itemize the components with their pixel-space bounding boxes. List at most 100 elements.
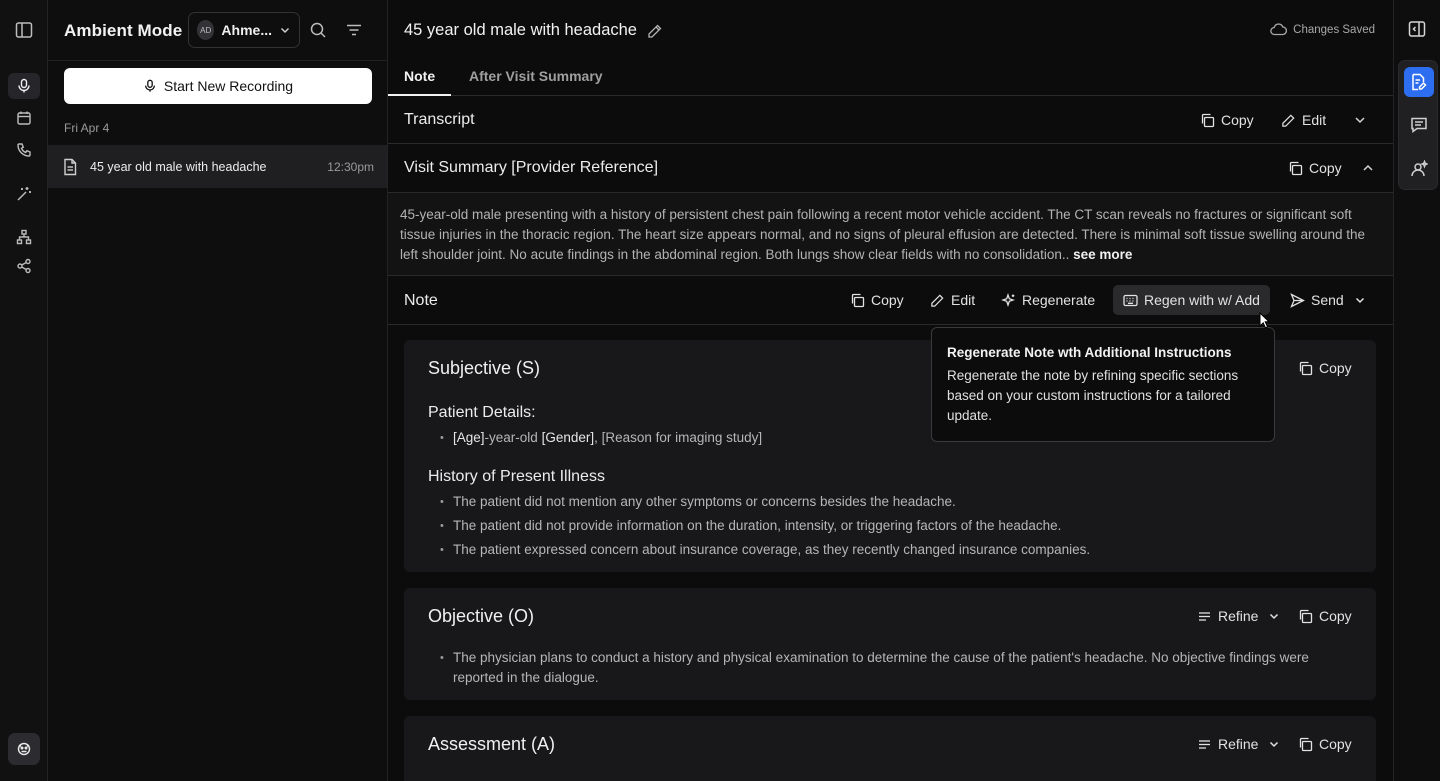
list-item: The patient did not provide information … [440, 516, 1090, 536]
visit-summary-copy-button[interactable]: Copy [1288, 153, 1342, 183]
note-title: Note [404, 292, 438, 309]
send-button[interactable]: Send [1290, 285, 1366, 315]
nav-rail [0, 0, 48, 781]
chat-icon[interactable] [1404, 110, 1434, 140]
sessions-sidebar: Ambient Mode AD Ahme... Start New Record… [48, 0, 388, 781]
sidebar-title: Ambient Mode [64, 21, 183, 40]
page-title: 45 year old male with headache [404, 21, 663, 40]
cloud-icon [1270, 23, 1288, 36]
chevron-down-icon [279, 24, 291, 36]
copy-icon [1200, 113, 1215, 128]
refine-icon [1197, 737, 1212, 752]
document-edit-icon[interactable] [1404, 67, 1434, 97]
send-icon [1290, 292, 1305, 308]
regen-tooltip: Regenerate Note wth Additional Instructi… [931, 327, 1275, 442]
hpi-list: The patient did not mention any other sy… [440, 492, 1090, 564]
assessment-refine-button[interactable]: Refine [1197, 729, 1280, 759]
start-recording-label: Start New Recording [163, 78, 294, 94]
right-panel [1393, 0, 1440, 781]
keyboard-icon [1123, 294, 1138, 307]
page-title-text: 45 year old male with headache [404, 21, 637, 39]
pencil-icon [930, 293, 945, 308]
calendar-icon[interactable] [12, 106, 36, 130]
pencil-icon [1281, 113, 1296, 128]
transcript-row: Transcript Copy Edit [388, 96, 1393, 144]
microphone-icon[interactable] [8, 73, 40, 99]
session-item[interactable]: 45 year old male with headache 12:30pm [48, 145, 387, 188]
session-title: 45 year old male with headache [90, 159, 267, 174]
tab-bar: Note After Visit Summary [387, 60, 1393, 96]
panel-tools [1398, 60, 1438, 190]
transcript-title: Transcript [404, 111, 475, 128]
tooltip-body: Regenerate the note by refining specific… [947, 368, 1239, 423]
objective-copy-button[interactable]: Copy [1298, 601, 1352, 631]
section-title: Subjective (S) [428, 358, 541, 378]
start-recording-button[interactable]: Start New Recording [64, 68, 372, 104]
user-initials-badge: AD [197, 20, 215, 40]
objective-refine-button[interactable]: Refine [1197, 601, 1280, 631]
objective-list: The physician plans to conduct a history… [440, 648, 1340, 692]
document-icon [62, 158, 78, 176]
tab-after-visit-summary[interactable]: After Visit Summary [469, 68, 603, 84]
see-more-link[interactable]: see more [1069, 247, 1132, 262]
phone-icon[interactable] [12, 138, 36, 162]
tooltip-title: Regenerate Note wth Additional Instructi… [947, 345, 1232, 360]
sparkle-icon [1001, 292, 1016, 308]
copy-icon [1288, 161, 1303, 176]
user-selector[interactable]: AD Ahme... [188, 12, 300, 48]
transcript-edit-button[interactable]: Edit [1281, 105, 1326, 135]
copy-icon [850, 293, 865, 308]
transcript-copy-button[interactable]: Copy [1200, 105, 1254, 135]
assessment-section: Assessment (A) Refine Copy [404, 716, 1376, 781]
save-status: Changes Saved [1270, 23, 1375, 36]
chevron-down-icon [1354, 294, 1366, 306]
hpi-heading: History of Present Illness [428, 468, 605, 485]
patient-details-list: [Age]-year-old [Gender], [Reason for ima… [440, 428, 762, 452]
subjective-copy-button[interactable]: Copy [1298, 353, 1352, 383]
refine-icon [1197, 609, 1212, 624]
microphone-icon [143, 79, 157, 93]
chevron-up-icon[interactable] [1361, 161, 1375, 175]
sidebar-header: Ambient Mode AD Ahme... [48, 0, 387, 61]
list-item: [Age]-year-old [Gender], [Reason for ima… [440, 428, 762, 448]
tab-note[interactable]: Note [387, 68, 452, 96]
save-status-text: Changes Saved [1293, 23, 1375, 36]
search-icon[interactable] [307, 19, 329, 41]
note-edit-button[interactable]: Edit [930, 285, 975, 315]
assessment-copy-button[interactable]: Copy [1298, 729, 1352, 759]
user-name: Ahme... [221, 22, 272, 38]
visit-summary-row: Visit Summary [Provider Reference] Copy [388, 144, 1393, 193]
note-toolbar: Note Copy Edit Regenerate Regen with w/ … [388, 276, 1393, 325]
objective-section: Objective (O) Refine Copy The physician … [404, 588, 1376, 700]
chevron-down-icon[interactable] [1353, 113, 1367, 127]
sitemap-icon[interactable] [12, 225, 36, 249]
ai-assistant-icon[interactable] [1404, 154, 1434, 184]
visit-summary-text: 45-year-old male presenting with a histo… [400, 207, 1366, 262]
copy-icon [1298, 361, 1313, 376]
list-item: The patient did not mention any other sy… [440, 492, 1090, 512]
visit-summary-title: Visit Summary [Provider Reference] [404, 159, 659, 176]
list-item: The physician plans to conduct a history… [440, 648, 1340, 688]
visit-summary-body: 45-year-old male presenting with a histo… [388, 193, 1393, 276]
chevron-down-icon [1268, 738, 1280, 750]
section-title: Assessment (A) [428, 734, 556, 754]
date-group-label: Fri Apr 4 [64, 121, 110, 135]
regenerate-button[interactable]: Regenerate [1001, 285, 1095, 315]
panel-toggle-icon[interactable] [1407, 19, 1427, 39]
chevron-down-icon [1268, 610, 1280, 622]
copy-icon [1298, 609, 1313, 624]
note-copy-button[interactable]: Copy [850, 285, 904, 315]
user-avatar[interactable] [8, 733, 40, 765]
pencil-icon[interactable] [647, 23, 663, 39]
copy-icon [1298, 737, 1313, 752]
patient-details-heading: Patient Details: [428, 404, 536, 421]
list-item: The patient expressed concern about insu… [440, 540, 1090, 560]
regen-with-add-button[interactable]: Regen with w/ Add [1113, 285, 1270, 315]
section-title: Objective (O) [428, 606, 535, 626]
share-icon[interactable] [12, 254, 36, 278]
magic-wand-icon[interactable] [12, 182, 36, 206]
session-time: 12:30pm [327, 159, 374, 174]
sidebar-toggle-icon[interactable] [12, 18, 36, 42]
mouse-cursor-icon [1259, 312, 1271, 329]
filter-icon[interactable] [343, 19, 365, 41]
